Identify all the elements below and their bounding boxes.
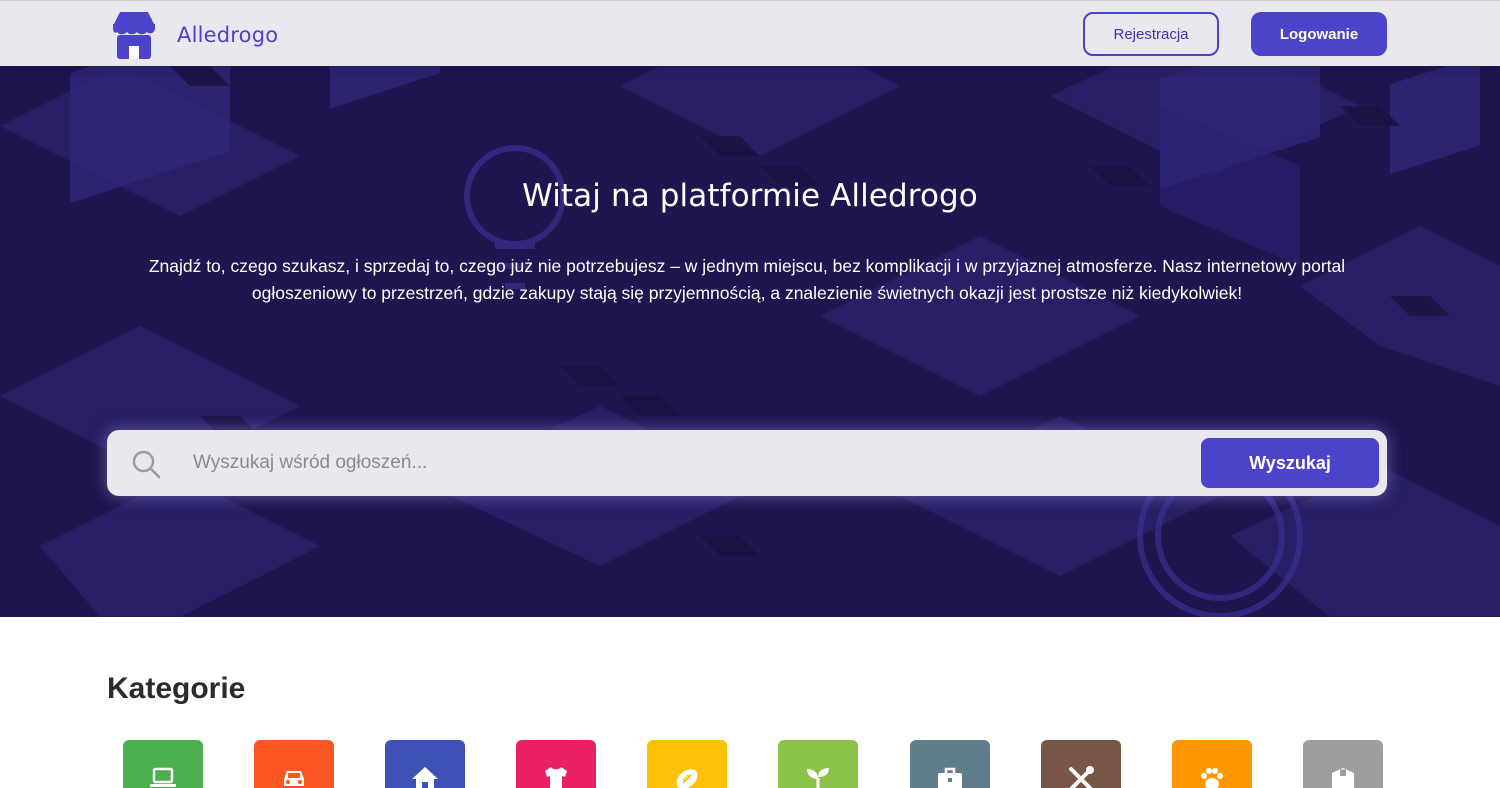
hero-description: Znajdź to, czego szukasz, i sprzedaj to,…: [148, 256, 1346, 303]
tools-icon: [1069, 766, 1094, 788]
hero-background-illustration: [0, 66, 1500, 617]
home-icon: [412, 767, 438, 788]
car-icon: [284, 771, 304, 786]
briefcase-icon: [938, 767, 962, 788]
search-bar: Wyszukaj: [107, 430, 1387, 496]
paw-icon: [1201, 768, 1223, 788]
categories-heading: Kategorie: [107, 672, 246, 705]
category-tile[interactable]: [254, 740, 334, 788]
seedling-icon: [807, 768, 829, 788]
category-tile[interactable]: [647, 740, 727, 788]
hero-section: Witaj na platformie Alledrogo Znajdź to,…: [0, 66, 1500, 617]
category-tile[interactable]: [1303, 740, 1383, 788]
category-tile[interactable]: [778, 740, 858, 788]
category-tile[interactable]: [385, 740, 465, 788]
search-button[interactable]: Wyszukaj: [1201, 438, 1379, 488]
category-tile[interactable]: [516, 740, 596, 788]
brand-name[interactable]: Alledrogo: [177, 23, 278, 47]
search-icon: [132, 450, 161, 479]
hero-title: Witaj na platformie Alledrogo: [522, 178, 978, 214]
store-icon[interactable]: [110, 10, 158, 60]
tshirt-icon: [545, 767, 567, 788]
category-tile[interactable]: [1041, 740, 1121, 788]
football-icon: [676, 769, 698, 788]
laptop-icon: [150, 767, 176, 787]
top-navbar: Alledrogo Rejestracja Logowanie: [0, 0, 1500, 66]
category-tile[interactable]: [1172, 740, 1252, 788]
register-button[interactable]: Rejestracja: [1083, 12, 1219, 56]
search-input[interactable]: [193, 444, 1183, 482]
login-button[interactable]: Logowanie: [1251, 12, 1387, 56]
category-tile[interactable]: [123, 740, 203, 788]
box-icon: [1332, 768, 1354, 788]
category-tile[interactable]: [910, 740, 990, 788]
